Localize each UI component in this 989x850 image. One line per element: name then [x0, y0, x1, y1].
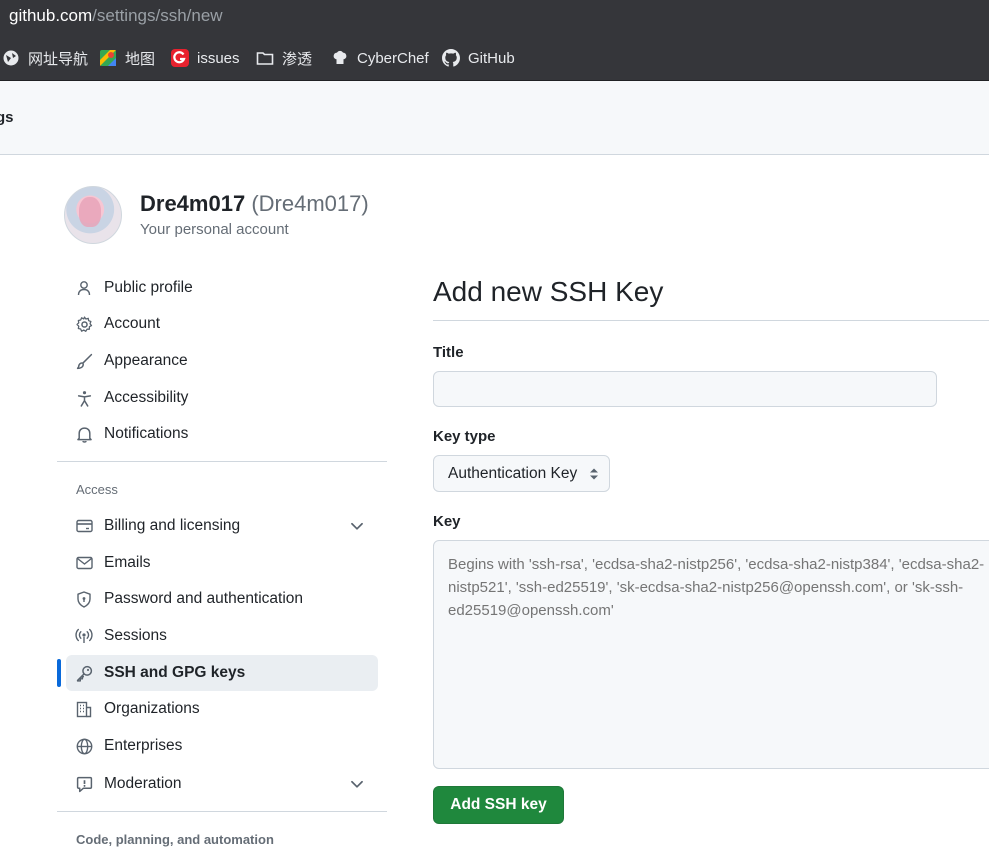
account-display-name[interactable]: Dre4m017 — [140, 191, 245, 216]
sidebar-item-label: Enterprises — [104, 737, 183, 754]
paintbrush-icon — [74, 351, 94, 371]
title-label: Title — [433, 344, 464, 361]
chevron-down-icon[interactable] — [348, 517, 366, 535]
sidebar-group-code-planning: Code, planning, and automation — [76, 832, 274, 847]
report-icon — [74, 774, 94, 794]
avatar[interactable] — [64, 186, 122, 244]
sidebar-item-label: Accessibility — [104, 389, 189, 406]
browser-address-bar[interactable]: github.com/settings/ssh/new — [0, 0, 989, 34]
sidebar-item-appearance[interactable]: Appearance — [66, 343, 378, 379]
accessibility-icon — [74, 388, 94, 408]
sidebar-item-sessions[interactable]: Sessions — [66, 618, 378, 654]
organization-icon — [74, 699, 94, 719]
key-type-value: Authentication Key — [448, 464, 578, 482]
bookmark-label: issues — [197, 49, 240, 67]
maps-icon — [99, 49, 117, 67]
sidebar-item-enterprises[interactable]: Enterprises — [66, 728, 378, 764]
chevron-down-icon[interactable] — [348, 775, 366, 793]
url-host: github.com — [9, 6, 93, 25]
url-path: /settings/ssh/new — [92, 6, 223, 25]
title-input[interactable] — [433, 371, 937, 407]
globe-icon — [74, 736, 94, 756]
bookmark-label: GitHub — [468, 49, 515, 67]
globe-icon — [2, 49, 20, 67]
person-icon — [74, 278, 94, 298]
credit-card-icon — [74, 516, 94, 536]
select-arrows-icon — [588, 466, 600, 482]
sidebar-item-accessibility[interactable]: Accessibility — [66, 380, 378, 416]
key-type-label: Key type — [433, 428, 496, 445]
sidebar-item-label: SSH and GPG keys — [104, 664, 246, 681]
sidebar-item-emails[interactable]: Emails — [66, 545, 378, 581]
sidebar-item-label: Appearance — [104, 352, 188, 369]
sidebar-item-account[interactable]: Account — [66, 306, 378, 342]
url-text[interactable]: github.com/settings/ssh/new — [9, 6, 223, 26]
bookmark-label: CyberChef — [357, 49, 429, 67]
bookmark-1[interactable]: 网址导航 — [2, 47, 88, 69]
key-label: Key — [433, 513, 461, 530]
sidebar-divider — [57, 461, 387, 462]
account-subtitle: Your personal account — [140, 221, 289, 238]
sidebar-item-moderation[interactable]: Moderation — [66, 766, 378, 802]
gear-icon — [74, 314, 94, 334]
bookmark-6[interactable]: GitHub — [442, 47, 515, 69]
sidebar-item-billing[interactable]: Billing and licensing — [66, 508, 378, 544]
active-indicator — [57, 659, 61, 687]
bookmark-5[interactable]: CyberChef — [331, 47, 429, 69]
bookmark-3[interactable]: issues — [171, 47, 240, 69]
add-ssh-key-button[interactable]: Add SSH key — [433, 786, 564, 824]
bookmark-2[interactable]: 地图 — [99, 47, 155, 69]
sidebar-item-notifications[interactable]: Notifications — [66, 416, 378, 452]
account-login: (Dre4m017) — [251, 191, 369, 216]
mail-icon — [74, 553, 94, 573]
sidebar-item-label: Account — [104, 315, 161, 332]
github-icon — [442, 49, 460, 67]
bookmark-4[interactable]: 渗透 — [256, 47, 312, 69]
sidebar-item-organizations[interactable]: Organizations — [66, 691, 378, 727]
key-type-select[interactable]: Authentication Key — [433, 455, 610, 492]
bookmark-label: 地图 — [125, 50, 156, 68]
broadcast-icon — [74, 626, 94, 646]
account-name: Dre4m017 (Dre4m017) — [140, 191, 369, 217]
chef-hat-icon — [331, 49, 349, 67]
sidebar-item-label: Moderation — [104, 775, 182, 792]
sidebar-item-label: Emails — [104, 554, 151, 571]
shield-lock-icon — [74, 589, 94, 609]
bell-icon — [74, 424, 94, 444]
bookmarks-bar: 网址导航 地图 issues 渗透 CyberChef GitHub — [0, 34, 989, 81]
title-divider — [433, 320, 989, 321]
sidebar-divider — [57, 811, 387, 812]
folder-icon — [256, 49, 274, 67]
sidebar-item-password-auth[interactable]: Password and authentication — [66, 581, 378, 617]
page-breadcrumb[interactable]: gs — [0, 109, 14, 126]
sidebar-item-public-profile[interactable]: Public profile — [66, 270, 378, 306]
github-header: gs — [0, 81, 989, 155]
sidebar-group-access: Access — [76, 482, 118, 497]
sidebar-item-label: Public profile — [104, 279, 193, 296]
sidebar-item-label: Password and authentication — [104, 590, 304, 607]
sidebar-item-label: Notifications — [104, 425, 189, 442]
sidebar-item-label: Billing and licensing — [104, 517, 241, 534]
bookmark-label: 网址导航 — [28, 50, 89, 68]
sidebar-item-label: Organizations — [104, 700, 200, 717]
page-title: Add new SSH Key — [433, 276, 664, 307]
key-textarea[interactable] — [433, 540, 989, 769]
sidebar-item-label: Sessions — [104, 627, 167, 644]
bookmark-label: 渗透 — [282, 50, 313, 68]
issues-logo-icon — [171, 49, 189, 67]
key-icon — [74, 663, 94, 683]
sidebar-item-ssh-gpg-keys[interactable]: SSH and GPG keys — [66, 655, 378, 691]
